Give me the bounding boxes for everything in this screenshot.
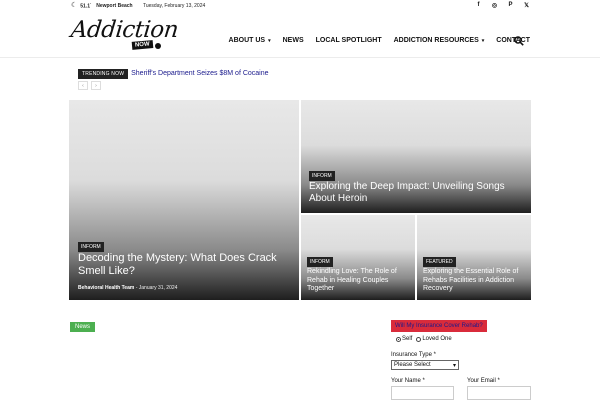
trending-ticker: TRENDING NOW Sheriff's Department Seizes… (78, 68, 269, 79)
temperature: 51.1° (80, 2, 92, 10)
chevron-down-icon: ▾ (452, 362, 456, 369)
post-title[interactable]: Exploring the Essential Role of Rehabs F… (423, 268, 527, 294)
nav-item-local-spotlight[interactable]: LOCAL SPOTLIGHT (316, 37, 382, 44)
post-title[interactable]: Exploring the Deep Impact: Unveiling Son… (309, 181, 519, 205)
coverage-for-options: Self Loved One (396, 336, 452, 342)
weather-city: Newport Beach (96, 2, 133, 9)
radio-self[interactable] (396, 336, 401, 342)
option-self[interactable]: Self (396, 336, 412, 342)
post-meta: Behavioral Health Team - January 31, 202… (78, 285, 178, 291)
option-loved-one[interactable]: Loved One (416, 336, 452, 342)
post-author[interactable]: Behavioral Health Team (78, 285, 134, 291)
category-tag[interactable]: INFORM (307, 257, 333, 267)
pinterest-icon[interactable]: P (507, 1, 514, 9)
category-tag[interactable]: INFORM (309, 171, 335, 181)
current-date: Tuesday, February 13, 2024 (143, 3, 206, 9)
name-label: Your Name * (391, 378, 425, 384)
post-title[interactable]: Rekindling Love: The Role of Rehab in He… (307, 268, 411, 294)
facebook-icon[interactable]: f (475, 1, 482, 9)
chevron-down-icon: ▾ (481, 37, 485, 44)
social-links: f ◎ P 𝕏 (475, 1, 530, 9)
trending-next-button[interactable]: › (91, 81, 101, 90)
trending-headline-link[interactable]: Sheriff's Department Seizes $8M of Cocai… (131, 70, 268, 77)
news-section-label[interactable]: News (70, 322, 96, 332)
main-navigation: ABOUT US ▾ NEWS LOCAL SPOTLIGHT ADDICTION… (229, 37, 530, 44)
site-logo[interactable]: Addiction NOW (70, 17, 179, 55)
weather-widget: ☾ 51.1° Newport Beach (71, 2, 133, 10)
chevron-down-icon: ▾ (268, 37, 271, 44)
category-tag[interactable]: FEATURED (423, 257, 456, 267)
site-header: Addiction NOW ABOUT US ▾ NEWS LOCAL SPOTL… (0, 11, 600, 58)
post-date: January 31, 2024 (138, 285, 178, 291)
featured-post-main[interactable]: INFORM Decoding the Mystery: What Does C… (69, 100, 299, 300)
logo-wordmark: Addiction (69, 17, 180, 43)
email-input[interactable] (467, 386, 531, 400)
email-label: Your Email * (467, 378, 500, 384)
nav-item-addiction-resources[interactable]: ADDICTION RESOURCES ▾ (394, 37, 485, 44)
weather-moon-icon: ☾ (71, 2, 78, 10)
x-twitter-icon[interactable]: 𝕏 (523, 1, 530, 9)
form-header-link[interactable]: Will My Insurance Cover Rehab? (391, 320, 487, 332)
trending-controls: ‹ › (78, 81, 101, 90)
trending-prev-button[interactable]: ‹ (78, 81, 88, 90)
search-icon[interactable] (514, 36, 524, 46)
nav-item-news[interactable]: NEWS (283, 37, 304, 44)
logo-now-badge: NOW (131, 40, 153, 50)
featured-post-secondary[interactable]: INFORM Exploring the Deep Impact: Unveil… (301, 100, 531, 213)
name-input[interactable] (391, 386, 454, 400)
nav-item-about-us[interactable]: ABOUT US ▾ (229, 37, 271, 44)
featured-post-small[interactable]: INFORM Rekindling Love: The Role of Reha… (301, 215, 415, 300)
featured-post-small[interactable]: FEATURED Exploring the Essential Role of… (417, 215, 531, 300)
radio-loved-one[interactable] (416, 336, 422, 342)
logo-ink-dot (155, 43, 161, 49)
top-bar: ☾ 51.1° Newport Beach Tuesday, February … (0, 0, 600, 11)
category-tag[interactable]: INFORM (78, 242, 104, 252)
trending-badge: TRENDING NOW (78, 68, 129, 79)
insurance-type-label: Insurance Type * (391, 352, 436, 358)
insurance-type-select[interactable]: Please Select ▾ (391, 360, 459, 370)
instagram-icon[interactable]: ◎ (491, 1, 498, 9)
post-title[interactable]: Decoding the Mystery: What Does Crack Sm… (78, 252, 288, 279)
